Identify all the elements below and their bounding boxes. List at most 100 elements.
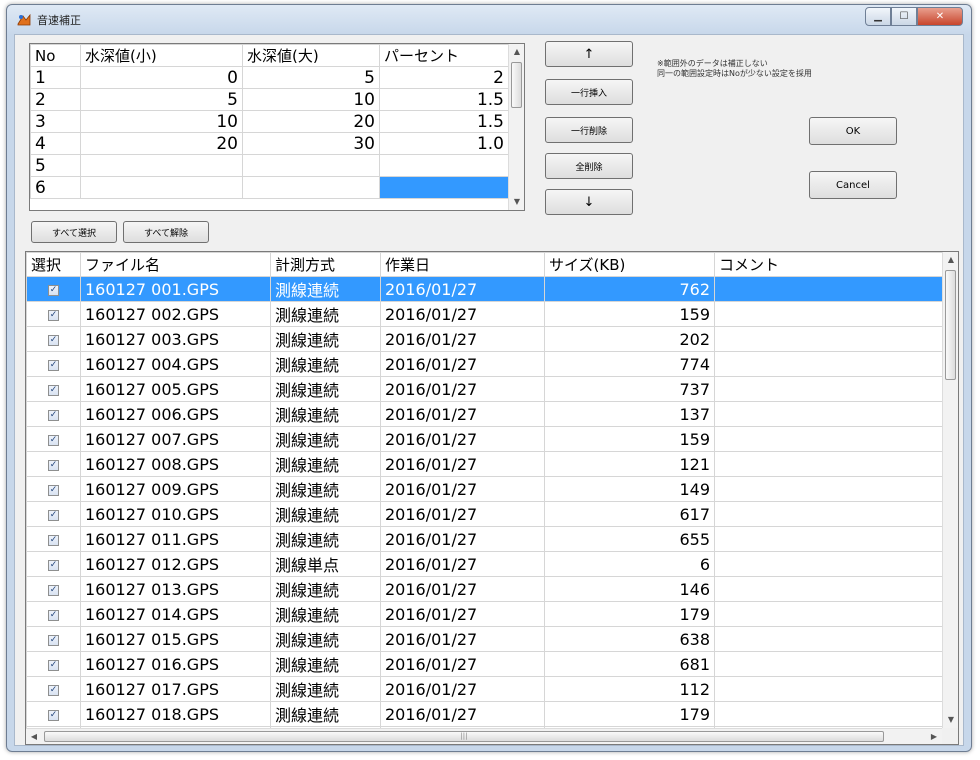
file-row[interactable]: ✓ 160127 015.GPS 測線連続 2016/01/27 638	[26, 626, 945, 652]
delete-all-button[interactable]: 全削除	[545, 153, 633, 179]
range-scroll-thumb[interactable]	[511, 62, 522, 108]
file-row[interactable]: ✓ 160127 016.GPS 測線連続 2016/01/27 681	[26, 651, 945, 677]
file-scroll-thumb[interactable]	[945, 270, 956, 380]
file-name[interactable]: 160127 008.GPS	[80, 451, 271, 477]
comment[interactable]	[714, 426, 945, 452]
col-header-percent[interactable]: パーセント	[379, 44, 509, 67]
measure-method[interactable]: 測線連続	[270, 651, 381, 677]
range-percent[interactable]: 1.5	[379, 110, 509, 133]
file-size[interactable]: 762	[544, 276, 715, 302]
file-name[interactable]: 160127 007.GPS	[80, 426, 271, 452]
checkbox-icon[interactable]: ✓	[48, 509, 59, 521]
file-row[interactable]: ✓ 160127 008.GPS 測線連続 2016/01/27 121	[26, 451, 945, 477]
select-cell[interactable]: ✓	[26, 451, 81, 477]
range-row[interactable]: 6	[30, 176, 509, 199]
file-size[interactable]: 146	[544, 576, 715, 602]
scroll-up-arrow-icon[interactable]: ▲	[943, 252, 958, 268]
file-size[interactable]: 137	[544, 401, 715, 427]
range-depth-max[interactable]	[242, 176, 380, 199]
select-cell[interactable]: ✓	[26, 601, 81, 627]
file-name[interactable]: 160127 013.GPS	[80, 576, 271, 602]
file-size[interactable]: 737	[544, 376, 715, 402]
work-date[interactable]: 2016/01/27	[380, 526, 545, 552]
work-date[interactable]: 2016/01/27	[380, 451, 545, 477]
file-size[interactable]: 202	[544, 326, 715, 352]
checkbox-icon[interactable]: ✓	[48, 384, 59, 396]
file-size[interactable]: 638	[544, 626, 715, 652]
checkbox-icon[interactable]: ✓	[48, 359, 59, 371]
checkbox-icon[interactable]: ✓	[48, 434, 59, 446]
move-up-button[interactable]: ↑	[545, 41, 633, 67]
file-size[interactable]: 121	[544, 451, 715, 477]
file-size[interactable]: 179	[544, 701, 715, 727]
range-no[interactable]: 5	[30, 154, 81, 177]
scroll-down-arrow-icon[interactable]: ▼	[943, 712, 958, 728]
range-depth-max[interactable]: 5	[242, 66, 380, 89]
work-date[interactable]: 2016/01/27	[380, 401, 545, 427]
file-size[interactable]: 112	[544, 676, 715, 702]
depth-range-grid[interactable]: No 水深値(小) 水深値(大) パーセント 1 0 5 2 2 5 10 1.…	[29, 43, 525, 211]
range-depth-min[interactable]: 5	[80, 88, 243, 111]
file-name[interactable]: 160127 003.GPS	[80, 326, 271, 352]
measure-method[interactable]: 測線連続	[270, 276, 381, 302]
work-date[interactable]: 2016/01/27	[380, 551, 545, 577]
file-row[interactable]: ✓ 160127 018.GPS 測線連続 2016/01/27 179	[26, 701, 945, 727]
file-name[interactable]: 160127 017.GPS	[80, 676, 271, 702]
checkbox-icon[interactable]: ✓	[48, 609, 59, 621]
file-size[interactable]: 681	[544, 651, 715, 677]
checkbox-icon[interactable]: ✓	[48, 634, 59, 646]
file-row[interactable]: ✓ 160127 011.GPS 測線連続 2016/01/27 655	[26, 526, 945, 552]
file-name[interactable]: 160127 014.GPS	[80, 601, 271, 627]
checkbox-icon[interactable]: ✓	[48, 409, 59, 421]
delete-row-button[interactable]: 一行削除	[545, 117, 633, 143]
scroll-down-arrow-icon[interactable]: ▼	[509, 194, 524, 210]
range-percent[interactable]	[379, 154, 509, 177]
measure-method[interactable]: 測線連続	[270, 351, 381, 377]
file-row[interactable]: ✓ 160127 010.GPS 測線連続 2016/01/27 617	[26, 501, 945, 527]
comment[interactable]	[714, 551, 945, 577]
file-size[interactable]: 149	[544, 476, 715, 502]
col-header-select[interactable]: 選択	[26, 252, 81, 277]
select-cell[interactable]: ✓	[26, 626, 81, 652]
select-cell[interactable]: ✓	[26, 276, 81, 302]
comment[interactable]	[714, 526, 945, 552]
file-name[interactable]: 160127 002.GPS	[80, 301, 271, 327]
range-row[interactable]: 4 20 30 1.0	[30, 132, 509, 155]
file-row[interactable]: ✓ 160127 003.GPS 測線連続 2016/01/27 202	[26, 326, 945, 352]
comment[interactable]	[714, 276, 945, 302]
select-cell[interactable]: ✓	[26, 701, 81, 727]
select-cell[interactable]: ✓	[26, 651, 81, 677]
work-date[interactable]: 2016/01/27	[380, 351, 545, 377]
measure-method[interactable]: 測線連続	[270, 451, 381, 477]
work-date[interactable]: 2016/01/27	[380, 626, 545, 652]
comment[interactable]	[714, 451, 945, 477]
checkbox-icon[interactable]: ✓	[48, 534, 59, 546]
minimize-button[interactable]: ▁	[865, 7, 891, 26]
range-depth-max[interactable]: 30	[242, 132, 380, 155]
file-size[interactable]: 655	[544, 526, 715, 552]
work-date[interactable]: 2016/01/27	[380, 376, 545, 402]
maximize-button[interactable]: ☐	[891, 7, 917, 26]
file-row[interactable]: ✓ 160127 005.GPS 測線連続 2016/01/27 737	[26, 376, 945, 402]
work-date[interactable]: 2016/01/27	[380, 501, 545, 527]
select-cell[interactable]: ✓	[26, 301, 81, 327]
checkbox-icon[interactable]: ✓	[48, 484, 59, 496]
measure-method[interactable]: 測線連続	[270, 626, 381, 652]
work-date[interactable]: 2016/01/27	[380, 601, 545, 627]
comment[interactable]	[714, 576, 945, 602]
range-depth-min[interactable]: 0	[80, 66, 243, 89]
select-cell[interactable]: ✓	[26, 401, 81, 427]
measure-method[interactable]: 測線連続	[270, 576, 381, 602]
measure-method[interactable]: 測線連続	[270, 301, 381, 327]
select-cell[interactable]: ✓	[26, 426, 81, 452]
range-row[interactable]: 5	[30, 154, 509, 177]
col-header-filename[interactable]: ファイル名	[80, 252, 271, 277]
checkbox-icon[interactable]: ✓	[48, 334, 59, 346]
measure-method[interactable]: 測線連続	[270, 676, 381, 702]
file-name[interactable]: 160127 001.GPS	[80, 276, 271, 302]
measure-method[interactable]: 測線連続	[270, 701, 381, 727]
range-depth-max[interactable]	[242, 154, 380, 177]
range-depth-min[interactable]	[80, 176, 243, 199]
col-header-depth-max[interactable]: 水深値(大)	[242, 44, 380, 67]
file-name[interactable]: 160127 012.GPS	[80, 551, 271, 577]
